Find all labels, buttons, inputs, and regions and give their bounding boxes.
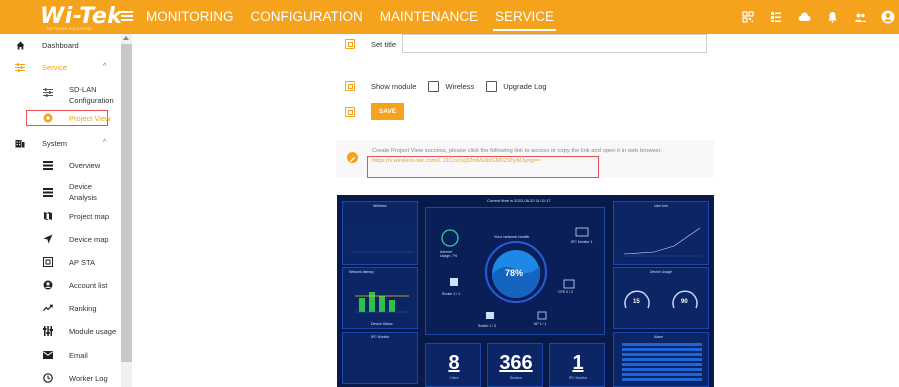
user-avatar-icon[interactable] [877,9,899,25]
overview-icon [43,160,53,170]
users-icon[interactable] [849,9,871,25]
preview-stat-client: 8 Client [425,343,481,387]
cloud-icon[interactable] [793,9,815,25]
menu-toggle-icon[interactable] [121,11,133,21]
preview-panel-latency: Network latency Device Status [342,267,418,329]
preview-stat-session: 366 Session [487,343,543,387]
save-row [345,106,355,118]
preview-panel-user-info: User Info [613,201,709,265]
upgrade-log-checkbox[interactable] [486,80,498,92]
toolbar [731,9,899,25]
save-section-icon [345,107,355,117]
list-icon[interactable] [765,9,787,25]
sdlan-icon [43,87,53,97]
chevron-up-icon[interactable]: ^ [103,63,106,70]
show-module-row: Show module Wireless Upgrade Log [345,80,547,92]
sidebar-item-worker-log[interactable]: Worker Log [69,373,108,383]
project-view-preview: Current time is 2022-08-20 11:11:17 Wire… [337,195,714,387]
sidebar-scroll-up-icon[interactable] [123,36,129,40]
brand-tagline: NETWORK SOLUTIONS [47,26,92,31]
worker-log-icon [43,373,53,383]
home-icon [15,40,25,50]
sidebar-item-ranking[interactable]: Ranking [69,303,97,313]
nav-configuration[interactable]: CONFIGURATION [251,0,363,34]
sidebar-item-project-map[interactable]: Project map [69,211,109,221]
email-icon [43,350,53,360]
save-button[interactable]: SAVE [371,103,404,120]
project-view-icon [43,113,53,123]
sidebar-item-account-list[interactable]: Account list [69,280,107,290]
nav-maintenance[interactable]: MAINTENANCE [380,0,478,34]
account-list-icon [43,280,53,290]
set-title-label: Set title [371,39,397,49]
device-analysis-icon [43,187,53,197]
sidebar-item-project-view[interactable]: Project View [69,113,111,123]
qr-code-icon[interactable] [737,9,759,25]
sidebar-scrollbar-thumb[interactable] [121,44,132,362]
ap-sta-icon [43,257,53,267]
link-highlight [367,156,599,178]
device-map-icon [43,234,53,244]
module-icon [345,81,355,91]
preview-panel-ipc: IPC Monitor [342,332,418,384]
sidebar-item-ap-sta[interactable]: AP STA [69,257,95,267]
ranking-icon [43,303,53,313]
module-usage-icon [43,326,53,336]
set-title-input[interactable] [402,34,707,53]
top-navigation-bar: Wi-Tek NETWORK SOLUTIONS MONITORING CONF… [0,0,899,34]
wireless-checkbox-label: Wireless [445,81,475,91]
pencil-icon [347,152,358,163]
sidebar-item-email[interactable]: Email [69,350,88,360]
preview-stat-ipc: 1 IPC Monitor [549,343,605,387]
sidebar-item-device-analysis[interactable]: Device Analysis [69,181,114,203]
main-nav: MONITORING CONFIGURATION MAINTENANCE SER… [146,0,571,34]
service-icon [15,62,25,72]
upgrade-log-checkbox-label: Upgrade Log [503,81,547,91]
nav-monitoring[interactable]: MONITORING [146,0,234,34]
preview-panel-network-health: Your network health 78% Internet Usage: … [425,207,605,335]
preview-panel-wireless: Wireless [342,201,418,265]
preview-panel-alarm: Alarm [613,332,709,387]
sidebar-item-overview[interactable]: Overview [69,160,100,170]
sidebar-item-sdlan-configuration[interactable]: SD-LAN Configuration [69,84,119,106]
show-module-label: Show module [371,81,417,91]
preview-header: Current time is 2022-08-20 11:11:17 [487,198,551,203]
chevron-up-icon[interactable]: ^ [103,139,106,146]
success-message: Create Project View success, please clic… [372,148,662,154]
nav-service[interactable]: SERVICE [493,0,557,34]
sidebar-item-module-usage[interactable]: Module usage [69,326,116,336]
bell-icon[interactable] [821,9,843,25]
sidebar-item-service[interactable]: Service [42,62,67,72]
preview-panel-device-usage: Device Usage 15 90 [613,267,709,329]
title-icon [345,39,355,49]
set-title-row: Set title [345,38,396,50]
project-map-icon [43,211,53,221]
wireless-checkbox[interactable] [428,80,440,92]
sidebar-item-system[interactable]: System [42,138,67,148]
sidebar-item-dashboard[interactable]: Dashboard [42,40,79,50]
sidebar-item-device-map[interactable]: Device map [69,234,109,244]
preview-health-value: 78% [505,268,524,278]
system-icon [15,138,25,148]
